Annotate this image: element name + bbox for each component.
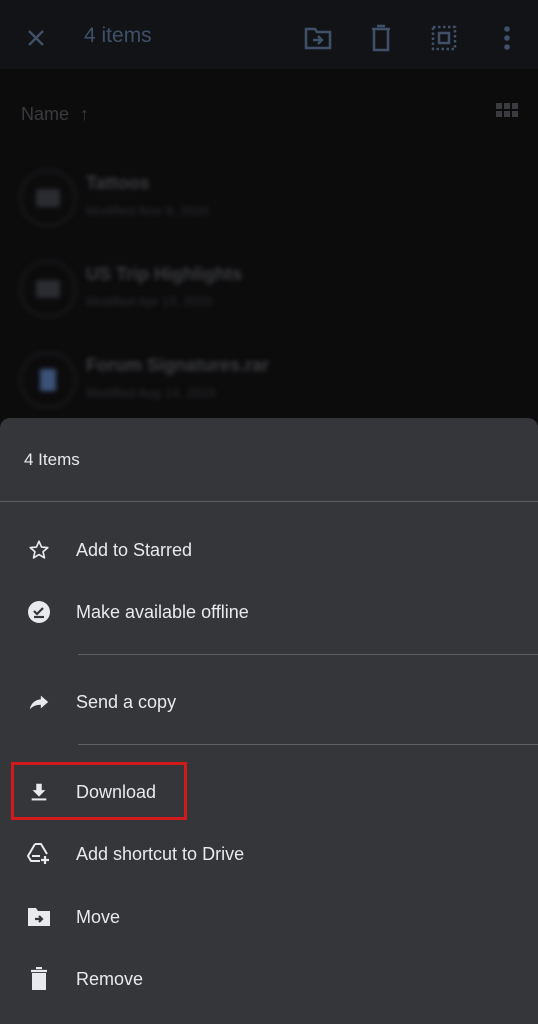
file-row[interactable]: Tattoos Modified Nov 8, 2020 [0, 158, 538, 248]
arrow-up-icon[interactable]: ↑ [80, 104, 89, 125]
divider [78, 654, 538, 655]
app-bar: 4 items [0, 0, 538, 69]
close-icon[interactable] [24, 26, 48, 50]
share-arrow-icon [26, 689, 52, 715]
menu-item-label: Add to Starred [76, 539, 193, 560]
action-bottom-sheet: 4 Items Add to Starred Make available of… [0, 418, 538, 1024]
file-row[interactable]: US Trip Highlights Modified Apr 13, 2020 [0, 249, 538, 339]
divider [0, 501, 538, 502]
move-folder-icon [26, 904, 52, 930]
sheet-title: 4 Items [24, 450, 80, 469]
menu-item-label: Move [76, 906, 121, 927]
file-name: Forum Signatures.rar [86, 355, 270, 375]
menu-item-move[interactable]: Move [0, 889, 538, 945]
file-meta: Modified Aug 14, 2019 [86, 385, 216, 400]
folder-icon [18, 259, 78, 319]
highlight-box [11, 762, 187, 820]
file-name: Tattoos [86, 173, 150, 193]
menu-item-label: Make available offline [76, 601, 249, 622]
move-to-folder-icon[interactable] [304, 24, 332, 52]
menu-item-label: Remove [76, 968, 144, 989]
grid-view-icon[interactable] [496, 103, 518, 125]
trash-filled-icon [26, 966, 52, 992]
menu-item-add-shortcut-to-drive[interactable]: Add shortcut to Drive [0, 826, 538, 882]
drive-shortcut-icon [26, 841, 52, 867]
selection-count-title: 4 items [84, 24, 152, 47]
file-icon [18, 350, 78, 410]
menu-item-label: Add shortcut to Drive [76, 843, 245, 864]
more-vert-icon[interactable] [493, 24, 521, 52]
menu-item-add-to-starred[interactable]: Add to Starred [0, 522, 538, 578]
divider [78, 744, 538, 745]
folder-icon [18, 168, 78, 228]
offline-check-icon [26, 599, 52, 625]
menu-item-label: Send a copy [76, 691, 177, 712]
menu-item-send-a-copy[interactable]: Send a copy [0, 674, 538, 730]
menu-item-remove[interactable]: Remove [0, 951, 538, 1007]
star-outline-icon [26, 537, 52, 563]
file-meta: Modified Apr 13, 2020 [86, 294, 213, 309]
trash-icon[interactable] [367, 24, 395, 52]
menu-item-make-available-offline[interactable]: Make available offline [0, 584, 538, 640]
file-name: US Trip Highlights [86, 264, 242, 284]
select-all-icon[interactable] [430, 24, 458, 52]
file-meta: Modified Nov 8, 2020 [86, 203, 209, 218]
sort-by-name[interactable]: Name [21, 104, 69, 125]
sort-bar: Name ↑ [0, 69, 538, 149]
file-row[interactable]: Forum Signatures.rar Modified Aug 14, 20… [0, 340, 538, 430]
